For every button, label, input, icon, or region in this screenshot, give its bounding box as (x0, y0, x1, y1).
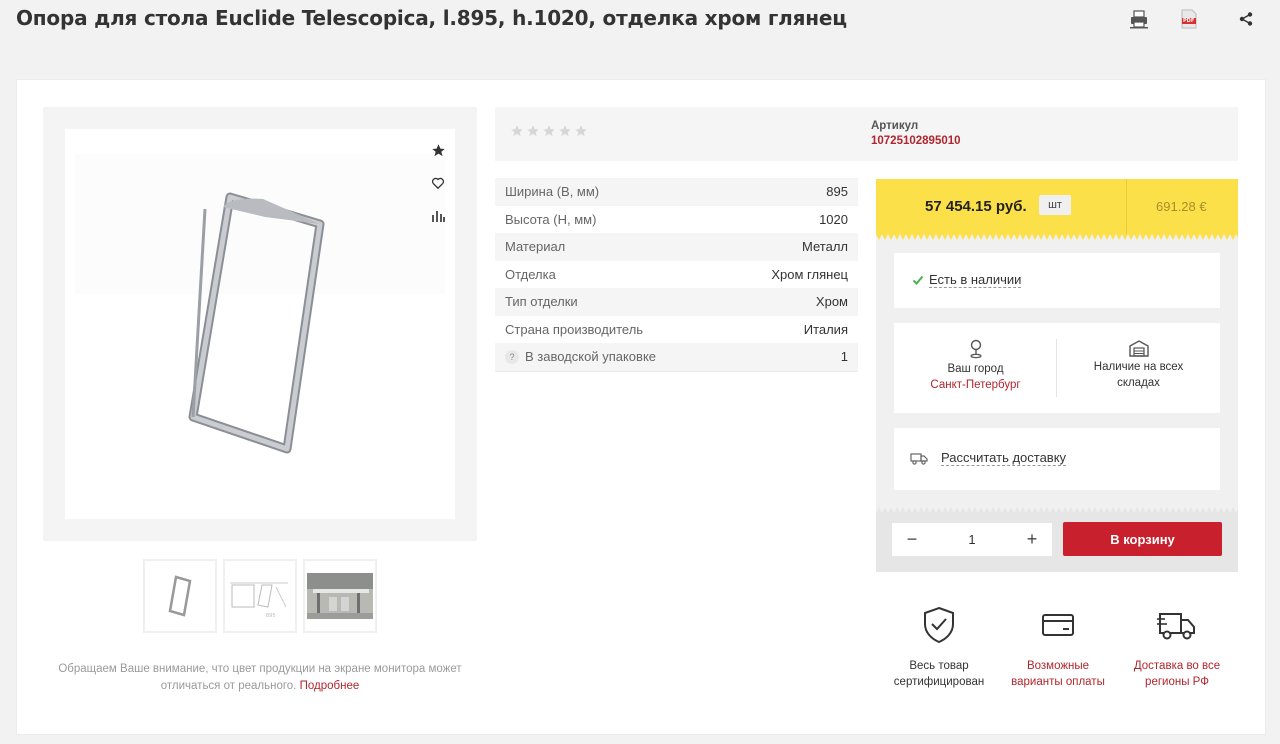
property-value: Металл (802, 239, 848, 255)
city-label: Ваш город (947, 363, 1004, 375)
more-link[interactable]: Подробнее (300, 680, 360, 692)
property-value: 895 (826, 184, 848, 200)
pdf-icon-label: PDF (1183, 18, 1195, 24)
feature-text: Весь товар сертифицирован (893, 660, 985, 688)
feature-text[interactable]: Возможные варианты оплаты (998, 658, 1118, 690)
check-icon (912, 275, 924, 285)
pin-icon (969, 339, 982, 359)
property-value: Хром (815, 294, 848, 310)
truck-icon (910, 453, 928, 465)
city-selector[interactable]: Ваш город Санкт-Петербург (894, 323, 1057, 413)
property-row: Высота (Н, мм) 1020 (495, 206, 858, 234)
buy-block: 57 454.15 руб. шт 691.28 € Есть в наличи… (876, 179, 1238, 572)
property-row: Отделка Хром глянец (495, 261, 858, 289)
thumbnail-frame-leg[interactable] (143, 559, 217, 633)
header-bar: Опора для стола Euclide Telescopica, l.8… (0, 0, 1280, 52)
help-icon[interactable]: ? (505, 349, 519, 364)
city-link[interactable]: Санкт-Петербург (894, 377, 1057, 393)
unit-badge: шт (1039, 195, 1071, 215)
property-name: Материал (505, 239, 566, 255)
property-name: Высота (Н, мм) (505, 211, 597, 227)
price-rub: 57 454.15 руб. (925, 198, 1027, 215)
availability-box: Есть в наличии (894, 253, 1220, 308)
svg-text:895: 895 (266, 613, 276, 619)
rating-stars[interactable] (510, 124, 588, 138)
availability-link[interactable]: Есть в наличии (929, 273, 1022, 288)
star-icon[interactable] (526, 124, 540, 138)
feature-text[interactable]: Доставка во все регионы РФ (1117, 658, 1237, 690)
table-leg-image (75, 154, 445, 454)
star-icon[interactable] (542, 124, 556, 138)
quantity-stepper: − 1 + (892, 523, 1052, 556)
compare-icon[interactable] (429, 207, 447, 225)
card-icon (1042, 614, 1074, 636)
property-value: Италия (803, 321, 848, 337)
quantity-value[interactable]: 1 (968, 532, 975, 547)
warehouses-info[interactable]: Наличие на всех складах (1057, 323, 1220, 413)
main-product-image[interactable] (65, 129, 455, 519)
property-row: Материал Металл (495, 233, 858, 261)
property-value: Хром глянец (771, 266, 848, 282)
property-name: Тип отделки (505, 294, 578, 310)
feature-delivery[interactable]: Доставка во все регионы РФ (1117, 606, 1237, 690)
feature-payment[interactable]: Возможные варианты оплаты (998, 606, 1118, 690)
warehouses-text: Наличие на всех складах (1093, 361, 1184, 389)
property-value: 1020 (819, 211, 848, 227)
property-name: Отделка (505, 266, 556, 282)
rating-article-bar: Артикул 10725102895010 (495, 107, 1238, 161)
star-icon[interactable] (510, 124, 524, 138)
decrease-button[interactable]: − (892, 523, 932, 556)
property-name: Ширина (В, мм) (505, 184, 600, 200)
delivery-box: Рассчитать доставку (894, 428, 1220, 490)
calc-delivery-link[interactable]: Рассчитать доставку (941, 451, 1067, 466)
color-disclaimer: Обращаем Ваше внимание, что цвет продукц… (43, 661, 477, 695)
article-value: 10725102895010 (871, 135, 961, 147)
warehouse-icon (1128, 340, 1149, 357)
star-icon[interactable] (574, 124, 588, 138)
heart-icon[interactable] (429, 174, 447, 192)
property-row: ? В заводской упаковке 1 (495, 343, 858, 371)
price-bar: 57 454.15 руб. шт 691.28 € (876, 179, 1238, 234)
properties-table: Ширина (В, мм) 895 Высота (Н, мм) 1020 М… (495, 178, 858, 372)
shield-check-icon (924, 606, 954, 644)
thumbnail-drawing[interactable]: 895 (223, 559, 297, 633)
thumbnail-strip: 895 (143, 559, 377, 633)
location-box: Ваш город Санкт-Петербург Наличие на все… (894, 323, 1220, 413)
price-eur: 691.28 € (1156, 199, 1207, 214)
property-row: Страна производитель Италия (495, 316, 858, 344)
print-icon[interactable] (1128, 8, 1150, 30)
page-title: Опора для стола Euclide Telescopica, l.8… (16, 6, 847, 30)
cart-area: − 1 + В корзину (876, 513, 1238, 572)
favorite-star-icon[interactable] (429, 141, 447, 159)
star-icon[interactable] (558, 124, 572, 138)
article-label: Артикул (871, 120, 919, 132)
product-gallery (43, 107, 477, 541)
truck-icon (1157, 613, 1195, 640)
thumbnail-table-photo[interactable] (303, 559, 377, 633)
property-value: 1 (840, 349, 848, 365)
pdf-icon[interactable]: PDF (1178, 8, 1200, 30)
zigzag-edge (876, 234, 1238, 240)
add-to-cart-button[interactable]: В корзину (1063, 522, 1222, 556)
increase-button[interactable]: + (1012, 523, 1052, 556)
disclaimer-text: Обращаем Ваше внимание, что цвет продукц… (58, 663, 462, 692)
property-row: Ширина (В, мм) 895 (495, 178, 858, 206)
share-icon[interactable] (1235, 8, 1257, 30)
property-name-wrap: ? В заводской упаковке (505, 349, 656, 364)
property-name: В заводской упаковке (525, 349, 657, 365)
property-row: Тип отделки Хром (495, 288, 858, 316)
property-name: Страна производитель (505, 321, 644, 337)
price-divider (1126, 179, 1127, 234)
feature-certified: Весь товар сертифицирован (879, 606, 999, 690)
